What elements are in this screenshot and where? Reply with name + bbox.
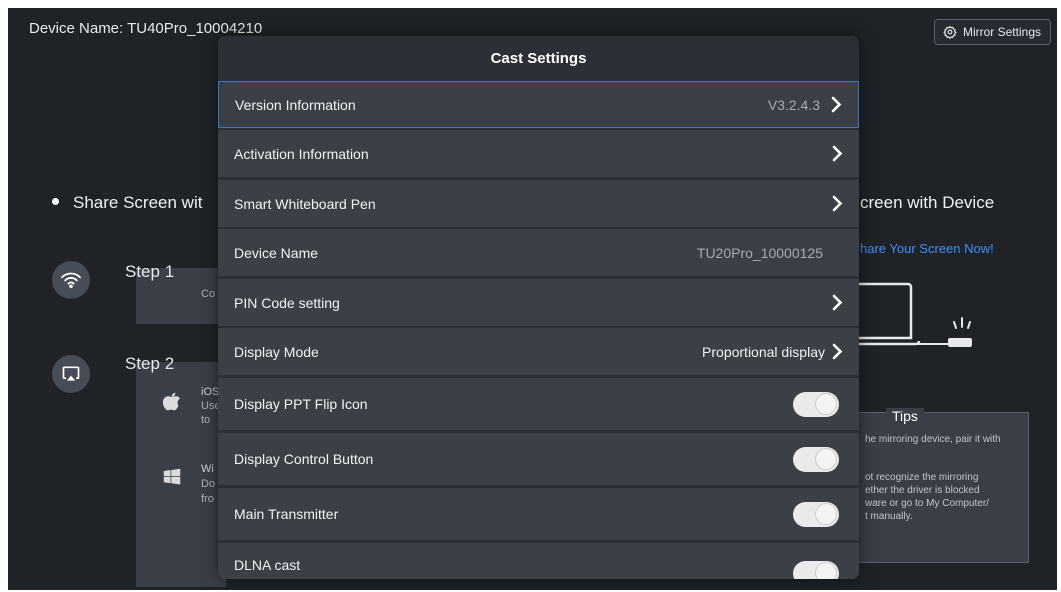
tips-title: Tips: [886, 408, 924, 424]
step1-text: Co: [201, 288, 216, 300]
step1-label: Step 1: [125, 262, 175, 281]
toggle-knob: [815, 562, 837, 579]
row-activation-information[interactable]: Activation Information: [218, 130, 859, 177]
mirror-settings-button[interactable]: Mirror Settings: [933, 19, 1051, 45]
row-dlna-cast: DLNA cast: [218, 543, 859, 579]
toggle-knob: [815, 502, 837, 525]
mirror-settings-label: Mirror Settings: [962, 25, 1041, 39]
tips-line: ot recognize the mirroring: [865, 472, 979, 483]
apple-icon: [162, 391, 181, 416]
wifi-icon: [52, 261, 90, 299]
gear-icon: [943, 25, 957, 39]
toggle-switch[interactable]: [793, 446, 839, 472]
tips-card: he mirroring device, pair it with ot rec…: [858, 412, 1029, 563]
win-line: fro: [201, 493, 214, 505]
row-label: Display Control Button: [234, 451, 374, 467]
row-label: DLNA cast: [234, 557, 301, 573]
screen: Device Name: TU40Pro_10004210 Mirror Set…: [8, 8, 1057, 590]
windows-icon: [163, 468, 181, 491]
share-screen-title-right: creen with Device: [860, 193, 995, 212]
row-smart-whiteboard-pen[interactable]: Smart Whiteboard Pen: [218, 180, 859, 227]
windows-instructions: Wi Do fro: [201, 462, 215, 507]
row-display-ppt-flip-icon: Display PPT Flip Icon: [218, 378, 859, 430]
device-name-label: Device Name: TU40Pro_10004210: [29, 20, 263, 37]
row-label: Activation Information: [234, 145, 369, 162]
row-label: Smart Whiteboard Pen: [234, 195, 376, 212]
row-display-control-button: Display Control Button: [218, 433, 859, 485]
toggle-switch[interactable]: [793, 391, 839, 417]
share-screen-title-left: Share Screen wit: [52, 193, 202, 213]
step2-label: Step 2: [125, 354, 175, 373]
row-device-name[interactable]: Device Name TU20Pro_10000125: [218, 229, 859, 276]
chevron-right-icon: [831, 195, 843, 213]
toggle-knob: [815, 447, 837, 470]
row-value: Proportional display: [702, 343, 825, 360]
row-label: Main Transmitter: [234, 506, 339, 522]
tips-line: he mirroring device, pair it with: [865, 434, 1001, 445]
chevron-right-icon: [830, 96, 842, 114]
win-line: Do: [201, 478, 216, 490]
laptop-dongle-illustration: [858, 278, 1028, 373]
row-label: Version Information: [235, 96, 356, 113]
share-screen-text: Share Screen wit: [73, 193, 203, 212]
row-label: Device Name: [234, 244, 319, 261]
tips-line: ether the driver is blocked: [865, 485, 980, 496]
chevron-right-icon: [831, 294, 843, 312]
toggle-switch[interactable]: [793, 501, 839, 527]
row-version-information[interactable]: Version Information V3.2.4.3: [218, 81, 859, 128]
cast-settings-dialog: Cast Settings Version Information V3.2.4…: [218, 36, 859, 579]
airplay-icon: [52, 355, 90, 393]
chevron-right-icon: [831, 145, 843, 163]
share-now-link[interactable]: hare Your Screen Now!: [860, 241, 994, 256]
row-label: PIN Code setting: [234, 294, 340, 311]
tips-line: t manually.: [865, 511, 913, 522]
bullet-dot: [52, 198, 59, 206]
row-value: TU20Pro_10000125: [696, 244, 823, 261]
tips-line: ware or go to My Computer/: [865, 498, 989, 509]
toggle-knob: [815, 392, 837, 415]
row-label: Display PPT Flip Icon: [234, 396, 368, 412]
toggle-switch[interactable]: [793, 561, 839, 579]
row-main-transmitter: Main Transmitter: [218, 488, 859, 540]
row-display-mode[interactable]: Display Mode Proportional display: [218, 328, 859, 375]
row-pin-code-setting[interactable]: PIN Code setting: [218, 279, 859, 326]
row-label: Display Mode: [234, 343, 319, 360]
row-value: V3.2.4.3: [767, 96, 820, 113]
dialog-title: Cast Settings: [490, 50, 587, 67]
chevron-right-icon: [831, 343, 843, 361]
win-line: Wi: [201, 463, 214, 475]
